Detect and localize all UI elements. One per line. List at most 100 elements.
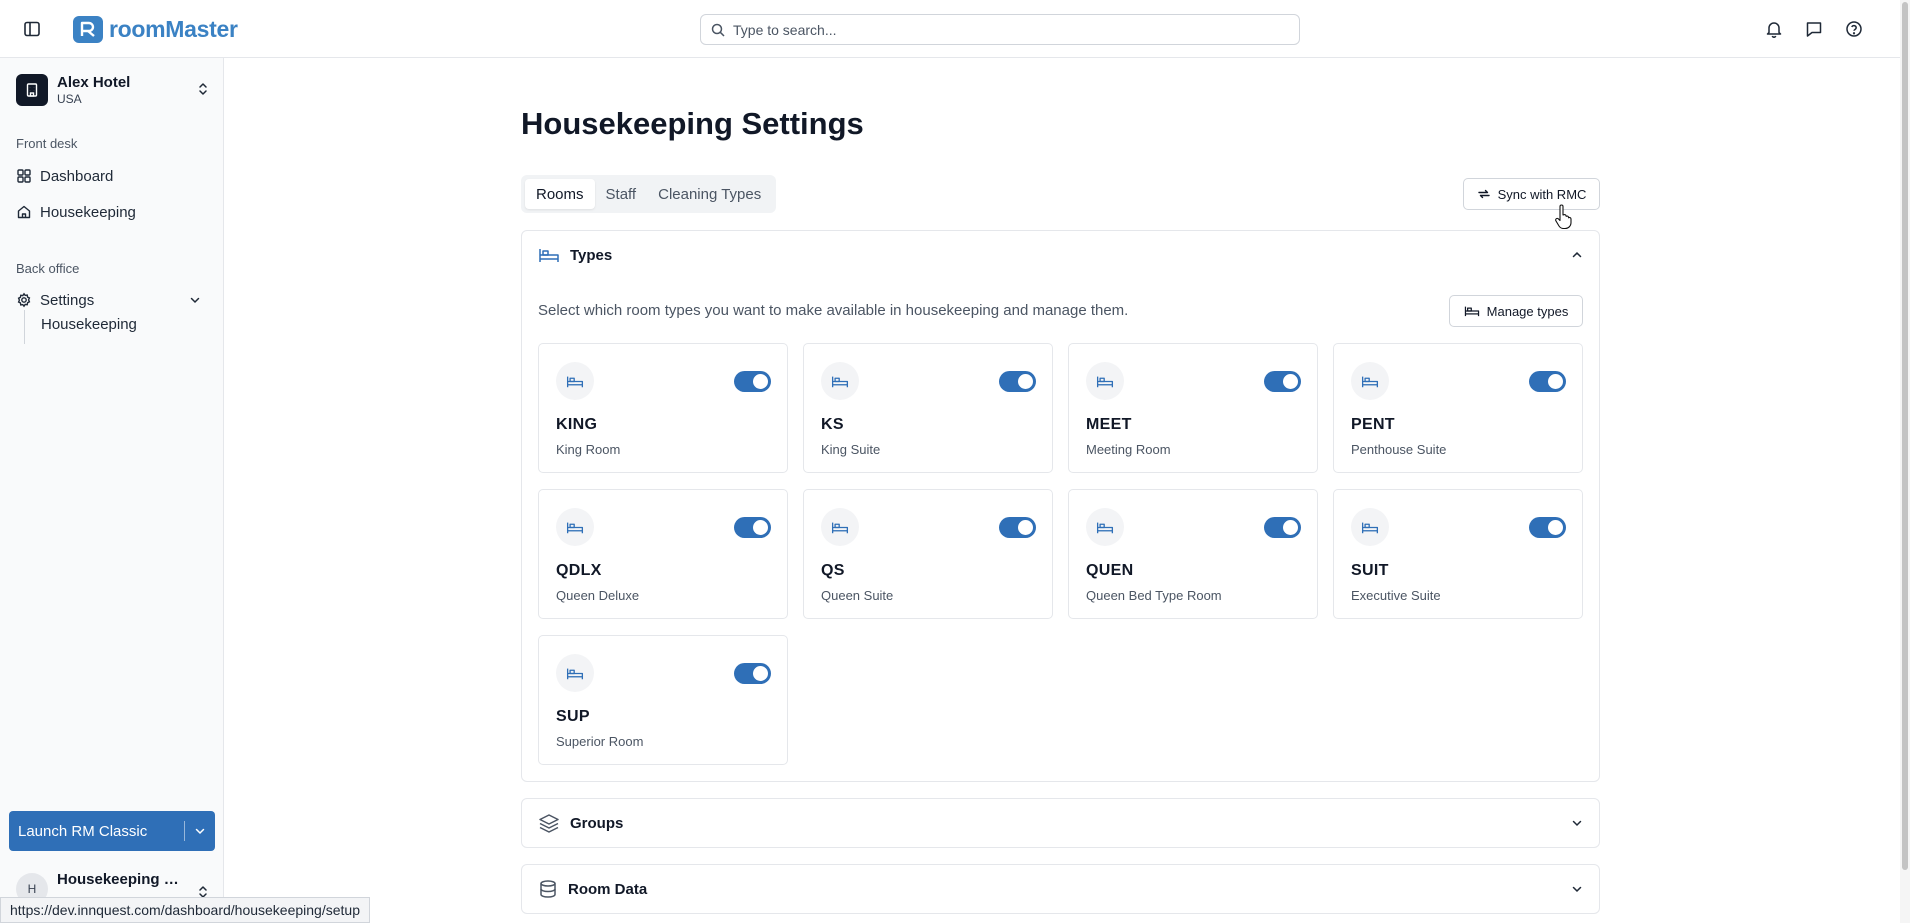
sidebar-item-label: Settings: [40, 291, 95, 309]
hand-cursor-icon: [1555, 204, 1572, 230]
chevron-down-icon: [190, 297, 200, 304]
split-divider: [184, 821, 185, 841]
room-type-name: Queen Bed Type Room: [1086, 588, 1222, 603]
types-panel-header[interactable]: Types: [538, 231, 1584, 279]
message-icon[interactable]: [1804, 19, 1824, 39]
sidebar-item-settings[interactable]: Settings: [16, 286, 210, 314]
sidebar-item-label: Dashboard: [40, 167, 114, 185]
room-type-name: King Room: [556, 442, 621, 457]
gear-icon: [17, 292, 31, 308]
room-type-card: SUIT Executive Suite: [1333, 489, 1583, 619]
launch-rm-classic-button[interactable]: Launch RM Classic: [9, 811, 215, 851]
room-type-code: MEET: [1086, 416, 1132, 433]
manage-types-button[interactable]: Manage types: [1449, 295, 1583, 327]
room-type-card: MEET Meeting Room: [1068, 343, 1318, 473]
room-data-panel-header[interactable]: Room Data: [538, 865, 1584, 913]
tab-staff[interactable]: Staff: [595, 179, 648, 209]
chevrons-up-down-icon: [199, 83, 207, 95]
room-type-name: Queen Suite: [821, 588, 894, 603]
room-type-code: SUP: [556, 708, 590, 725]
bed-icon: [1086, 508, 1124, 546]
top-bar: roomMaster: [0, 0, 1900, 58]
database-icon: [540, 880, 556, 898]
chevron-down-icon: [1572, 886, 1582, 893]
room-type-toggle[interactable]: [1529, 517, 1566, 538]
tab-cleaning-types[interactable]: Cleaning Types: [647, 179, 772, 209]
bed-icon: [1351, 362, 1389, 400]
status-bar-url: https://dev.innquest.com/dashboard/house…: [0, 897, 370, 923]
room-type-code: KING: [556, 416, 598, 433]
room-type-toggle[interactable]: [1529, 371, 1566, 392]
bed-icon: [821, 362, 859, 400]
groups-panel: Groups: [521, 798, 1600, 848]
room-data-panel: Room Data: [521, 864, 1600, 914]
bell-icon[interactable]: [1764, 19, 1784, 39]
user-name: Housekeeping M...: [57, 871, 187, 888]
room-type-code: QUEN: [1086, 562, 1134, 579]
manage-types-label: Manage types: [1486, 303, 1569, 319]
room-type-toggle[interactable]: [999, 371, 1036, 392]
launch-label: Launch RM Classic: [18, 822, 148, 840]
bed-icon: [1086, 362, 1124, 400]
sidebar-item-dashboard[interactable]: Dashboard: [16, 162, 210, 190]
sync-with-rmc-button[interactable]: Sync with RMC: [1463, 178, 1600, 210]
section-label-front-desk: Front desk: [16, 136, 78, 151]
sidebar-item-label: Housekeeping: [40, 203, 136, 221]
groups-panel-header[interactable]: Groups: [538, 799, 1584, 847]
bed-icon: [556, 362, 594, 400]
bed-icon: [556, 508, 594, 546]
dashboard-icon: [17, 169, 31, 183]
chevron-down-icon[interactable]: [193, 824, 207, 838]
sidebar: Alex Hotel USA Front desk Dashboard Hous…: [0, 58, 224, 923]
room-type-toggle[interactable]: [734, 371, 771, 392]
bed-icon: [821, 508, 859, 546]
room-type-toggle[interactable]: [999, 517, 1036, 538]
building-icon: [16, 74, 48, 106]
refresh-icon: [1477, 189, 1490, 199]
room-type-code: KS: [821, 416, 844, 433]
room-type-code: QS: [821, 562, 845, 579]
sidebar-toggle-icon[interactable]: [22, 19, 42, 39]
logo-icon: [73, 15, 103, 43]
types-panel-title: Types: [570, 246, 613, 264]
sidebar-subitem-housekeeping[interactable]: Housekeeping: [41, 316, 191, 333]
sync-label: Sync with RMC: [1497, 186, 1587, 202]
sidebar-item-housekeeping[interactable]: Housekeeping: [16, 198, 210, 226]
room-type-name: Penthouse Suite: [1351, 442, 1447, 457]
hotel-switcher[interactable]: Alex Hotel USA: [16, 71, 210, 109]
brand-logo[interactable]: roomMaster: [73, 15, 238, 43]
room-type-toggle[interactable]: [1264, 371, 1301, 392]
room-type-card: KS King Suite: [803, 343, 1053, 473]
room-type-name: Executive Suite: [1351, 588, 1441, 603]
room-type-card: PENT Penthouse Suite: [1333, 343, 1583, 473]
help-icon[interactable]: [1844, 19, 1864, 39]
room-type-toggle[interactable]: [1264, 517, 1301, 538]
room-type-code: SUIT: [1351, 562, 1389, 579]
layers-icon: [539, 814, 559, 833]
bed-icon: [556, 654, 594, 692]
search-box[interactable]: [700, 14, 1300, 45]
settings-subnav: Housekeeping: [24, 310, 137, 344]
room-type-code: QDLX: [556, 562, 602, 579]
room-type-toggle[interactable]: [734, 517, 771, 538]
bed-icon: [539, 249, 559, 262]
tabs: Rooms Staff Cleaning Types: [521, 175, 777, 213]
room-type-card: QUEN Queen Bed Type Room: [1068, 489, 1318, 619]
room-type-card: SUP Superior Room: [538, 635, 788, 765]
tab-rooms[interactable]: Rooms: [525, 179, 595, 209]
room-type-name: King Suite: [821, 442, 881, 457]
room-type-name: Superior Room: [556, 734, 644, 749]
room-type-card: QS Queen Suite: [803, 489, 1053, 619]
search-input[interactable]: [733, 21, 1273, 38]
bed-icon: [1464, 306, 1479, 317]
hotel-name: Alex Hotel: [57, 73, 131, 91]
room-type-name: Meeting Room: [1086, 442, 1171, 457]
section-label-back-office: Back office: [16, 261, 80, 276]
room-type-toggle[interactable]: [734, 663, 771, 684]
scrollbar-thumb[interactable]: [1902, 2, 1908, 870]
room-type-code: PENT: [1351, 416, 1395, 433]
home-icon: [17, 205, 31, 219]
room-type-name: Queen Deluxe: [556, 588, 640, 603]
hotel-country: USA: [57, 91, 82, 106]
search-icon: [711, 23, 725, 37]
